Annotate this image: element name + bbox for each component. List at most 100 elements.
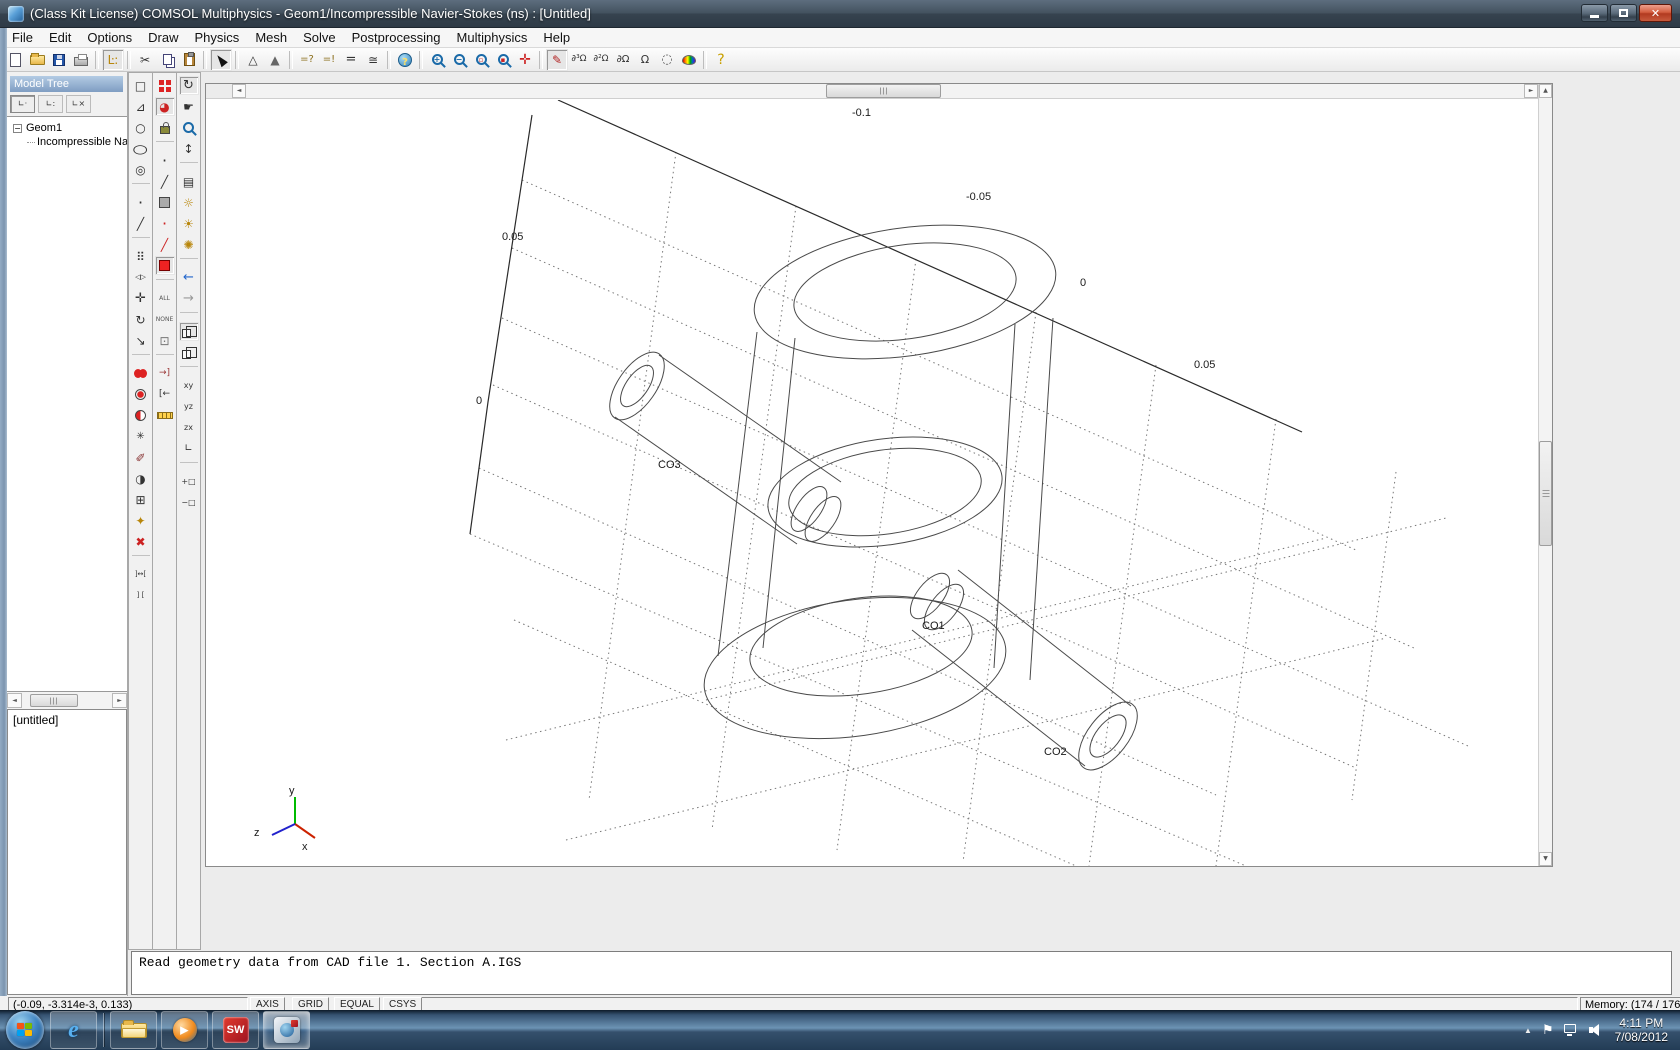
update-model[interactable]: ≅ — [362, 49, 384, 71]
zoom-out[interactable] — [448, 49, 470, 71]
scroll-down-icon[interactable]: ▼ — [1539, 852, 1552, 866]
intersection[interactable] — [131, 385, 151, 404]
edge-mode[interactable]: ∂²Ω — [590, 49, 612, 71]
menu-solve[interactable]: Solve — [295, 28, 344, 47]
move[interactable]: ✛ — [131, 289, 151, 308]
tree-item-incompressible-ns[interactable]: Incompressible Na — [13, 135, 127, 149]
union[interactable] — [131, 364, 151, 383]
select[interactable] — [210, 49, 232, 71]
show-vertices[interactable]: · — [155, 151, 175, 170]
view-yz[interactable]: yz — [179, 397, 199, 416]
view-xy[interactable]: xy — [179, 376, 199, 395]
select-behind[interactable]: ▤ — [179, 172, 199, 191]
postprocessing-mode[interactable] — [678, 49, 700, 71]
highlight-edge[interactable]: ╱ — [155, 235, 175, 254]
zoom-view[interactable] — [179, 118, 199, 137]
taskbar-windows-explorer[interactable] — [110, 1011, 157, 1049]
scroll-up-icon[interactable]: ▲ — [1539, 84, 1552, 98]
canvas-hscrollbar[interactable]: ◄ ► — [232, 84, 1538, 99]
plot-parameters[interactable] — [394, 49, 416, 71]
tree-view-detail[interactable]: ∟: — [38, 95, 63, 113]
headlight[interactable]: ☀ — [179, 214, 199, 233]
array[interactable]: ⠿ — [131, 247, 151, 266]
light-settings[interactable]: ☼ — [179, 193, 199, 212]
restart-solver[interactable]: =! — [318, 49, 340, 71]
delete[interactable]: ✖ — [131, 532, 151, 551]
cone[interactable]: ⊿ — [131, 97, 151, 116]
selection-box[interactable]: ⊡ — [155, 331, 175, 350]
scrollbar-thumb[interactable] — [30, 694, 78, 707]
mirror[interactable]: ◁▷ — [131, 268, 151, 287]
menu-physics[interactable]: Physics — [187, 28, 248, 47]
taskbar-media-player[interactable] — [161, 1011, 208, 1049]
cut[interactable]: ✂ — [134, 49, 156, 71]
select-objects[interactable] — [155, 76, 175, 95]
tree-view-all[interactable]: ∟× — [66, 95, 91, 113]
scroll-right-icon[interactable]: ► — [1524, 84, 1538, 98]
view-zx[interactable]: zx — [179, 418, 199, 437]
show-faces[interactable] — [155, 193, 175, 212]
orthographic-projection[interactable] — [179, 343, 199, 362]
highlight-vertex[interactable]: · — [155, 214, 175, 233]
decrease-frame[interactable]: −□ — [179, 493, 199, 512]
zoom-in[interactable] — [426, 49, 448, 71]
increase-frame[interactable]: +□ — [179, 472, 199, 491]
help[interactable]: ? — [710, 49, 732, 71]
model-tree-toggle[interactable]: Ŀ: — [102, 49, 124, 71]
rotate-view[interactable]: ↻ — [179, 76, 199, 95]
solver-parameters[interactable]: =? — [296, 49, 318, 71]
boundary-mode[interactable]: ∂Ω — [612, 49, 634, 71]
solve[interactable]: = — [340, 49, 362, 71]
partition[interactable]: ◑ — [131, 469, 151, 488]
sphere[interactable]: ○ — [131, 118, 151, 137]
taskbar-internet-explorer[interactable] — [50, 1011, 97, 1049]
show-hidden-icons-button[interactable]: ▲ — [1524, 1026, 1532, 1035]
canvas-vscrollbar[interactable]: ▲ ▼ — [1538, 84, 1552, 866]
menu-multiphysics[interactable]: Multiphysics — [449, 28, 536, 47]
pan-view[interactable]: ☛ — [179, 97, 199, 116]
print[interactable] — [70, 49, 92, 71]
open-file[interactable] — [26, 49, 48, 71]
paste[interactable] — [178, 49, 200, 71]
perspective-projection[interactable] — [179, 322, 199, 341]
save-file[interactable] — [48, 49, 70, 71]
zoom-window[interactable] — [470, 49, 492, 71]
difference[interactable] — [131, 406, 151, 425]
model-list-item[interactable]: [untitled] — [13, 713, 58, 727]
compose[interactable]: ⊞ — [131, 490, 151, 509]
pan[interactable]: ✛ — [514, 49, 536, 71]
delete-interior-boundaries[interactable]: ✳ — [131, 427, 151, 446]
close-button[interactable]: ✕ — [1639, 4, 1672, 22]
model-list[interactable]: [untitled] — [7, 709, 127, 995]
measure[interactable] — [155, 406, 175, 425]
minimize-button[interactable] — [1581, 4, 1608, 22]
ellipsoid[interactable]: ○ — [131, 139, 151, 158]
check-geometry[interactable]: ✦ — [131, 511, 151, 530]
maximize-button[interactable] — [1610, 4, 1637, 22]
network-icon[interactable] — [1564, 1024, 1579, 1036]
mesh-mode[interactable]: ◌ — [656, 49, 678, 71]
split-object[interactable]: ✐ — [131, 448, 151, 467]
taskbar-solidworks[interactable] — [212, 1011, 259, 1049]
start-button[interactable] — [6, 1011, 44, 1049]
scroll-left-icon[interactable]: ◄ — [232, 84, 246, 98]
point-mode[interactable]: ∂³Ω — [568, 49, 590, 71]
scroll-right-icon[interactable]: ► — [112, 693, 127, 708]
subdomain-mode[interactable]: Ω — [634, 49, 656, 71]
menu-mesh[interactable]: Mesh — [247, 28, 295, 47]
model-tree-hscrollbar[interactable]: ◄ ► — [7, 692, 127, 709]
tree-collapse-icon[interactable] — [13, 124, 22, 133]
taskbar-comsol[interactable] — [263, 1011, 310, 1049]
copy[interactable] — [156, 49, 178, 71]
menu-file[interactable]: File — [4, 28, 41, 47]
view-next[interactable]: → — [179, 289, 199, 308]
default-3d-view[interactable]: ∟ — [179, 439, 199, 458]
enter-geometry[interactable]: →] — [155, 364, 175, 383]
point[interactable]: · — [131, 193, 151, 212]
highlight-face[interactable] — [155, 256, 175, 275]
tree-view-overview[interactable]: ∟· — [10, 95, 35, 113]
geometry-view[interactable]: -0.1-0.0500.050.050CO3CO1CO2yxz — [206, 100, 1538, 866]
scrollbar-thumb[interactable] — [826, 84, 941, 98]
torus[interactable]: ◎ — [131, 160, 151, 179]
tree-item-geom1[interactable]: Geom1 — [13, 121, 127, 135]
